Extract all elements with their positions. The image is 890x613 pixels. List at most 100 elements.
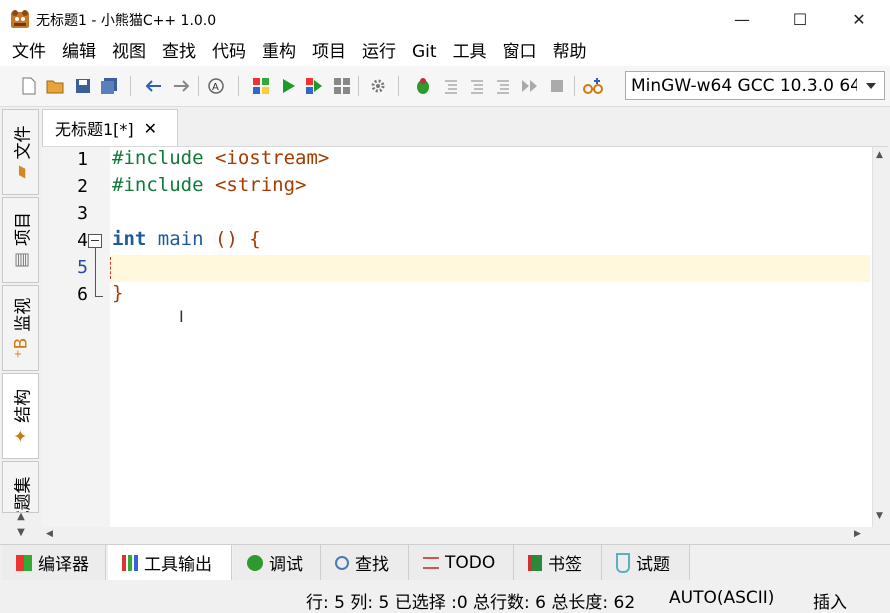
preprocessor-directive: #include (112, 174, 215, 196)
menu-git[interactable]: Git (404, 38, 445, 66)
insert-mode-status: 插入 (813, 593, 847, 613)
tab-todo[interactable]: TODO (409, 545, 514, 580)
debug-bug-icon[interactable] (412, 75, 434, 97)
menu-file[interactable]: 文件 (4, 38, 54, 66)
left-tab-files[interactable]: ▰ 文件 (2, 109, 39, 195)
scroll-down-arrow-icon[interactable]: ▼ (876, 511, 883, 521)
toolbar-separator (198, 76, 199, 96)
preprocessor-directive: #include (112, 147, 215, 169)
toolbar-separator (358, 76, 359, 96)
close-tab-icon[interactable]: ✕ (144, 119, 157, 138)
minimize-button[interactable]: — (713, 0, 771, 38)
closing-brace: } (112, 282, 124, 304)
menu-window[interactable]: 窗口 (495, 38, 545, 66)
line-number: 1 (77, 149, 88, 170)
line-number: 2 (77, 176, 88, 197)
keyword: int (112, 228, 147, 250)
menu-search[interactable]: 查找 (154, 38, 204, 66)
left-tab-label: 文件 (13, 125, 33, 160)
left-tab-label: 结构 (13, 388, 33, 423)
open-folder-icon[interactable] (44, 75, 66, 97)
mouse-ibeam-cursor-icon: I (179, 307, 184, 326)
editor-tab[interactable]: 无标题1[*] ✕ (42, 109, 178, 146)
line-number: 4 (77, 230, 88, 251)
scroll-left-arrow-icon[interactable]: ◀ (46, 529, 53, 539)
menu-tools[interactable]: 工具 (445, 38, 495, 66)
encoding-status[interactable]: AUTO(ASCII) (669, 588, 774, 608)
add-watch-glasses-icon[interactable] (582, 75, 604, 97)
vertical-scrollbar[interactable]: ▲ ▼ (872, 147, 889, 527)
menu-bar: 文件 编辑 视图 查找 代码 重构 项目 运行 Git 工具 窗口 帮助 (0, 38, 890, 66)
bookmark-icon (528, 554, 542, 571)
line-number: 6 (77, 284, 88, 305)
scroll-up-arrow-icon[interactable]: ▲ (4, 511, 38, 525)
step-out-icon[interactable] (492, 75, 514, 97)
run-icon[interactable] (277, 75, 299, 97)
tab-tool-output[interactable]: 工具输出 (108, 545, 232, 580)
editor-tab-label: 无标题1[*] (55, 120, 134, 139)
menu-help[interactable]: 帮助 (545, 38, 595, 66)
tab-label: TODO (445, 552, 496, 573)
tab-label: 编译器 (38, 555, 89, 575)
tab-label: 调试 (269, 555, 303, 575)
continue-icon[interactable] (519, 75, 541, 97)
scroll-down-arrow-icon[interactable]: ▼ (4, 527, 38, 541)
compiler-select[interactable]: MinGW-w64 GCC 10.3.0 64-bit Release (625, 71, 885, 100)
fold-end-marker (95, 296, 103, 297)
fold-collapse-icon[interactable] (88, 234, 102, 248)
tab-problem[interactable]: 试题 (602, 545, 690, 580)
new-file-icon[interactable] (18, 75, 40, 97)
horizontal-scrollbar[interactable]: ◀ ▶ (42, 527, 888, 543)
tab-find[interactable]: 查找 (321, 545, 409, 580)
menu-project[interactable]: 项目 (304, 38, 354, 66)
menu-run[interactable]: 运行 (354, 38, 404, 66)
compiler-icon (16, 554, 32, 571)
tab-label: 查找 (355, 555, 389, 575)
step-into-icon[interactable] (466, 75, 488, 97)
format-code-icon[interactable]: A (205, 75, 227, 97)
toolbar-separator (238, 76, 239, 96)
scroll-up-arrow-icon[interactable]: ▲ (876, 150, 883, 160)
todo-list-icon (423, 556, 439, 569)
current-line-highlight (110, 255, 870, 282)
redo-arrow-icon[interactable] (170, 75, 192, 97)
left-tab-structure[interactable]: ✦ 结构 (2, 373, 39, 459)
compiler-select-value: MinGW-w64 GCC 10.3.0 64-bit Release (631, 75, 857, 96)
tab-label: 试题 (636, 555, 670, 575)
title-bar: 无标题1 - 小熊猫C++ 1.0.0 — ☐ ✕ (0, 0, 890, 38)
fold-line (95, 248, 96, 296)
maximize-button[interactable]: ☐ (771, 0, 829, 38)
menu-view[interactable]: 视图 (104, 38, 154, 66)
include-header: <iostream> (214, 147, 330, 169)
window-title: 无标题1 - 小熊猫C++ 1.0.0 (36, 13, 217, 29)
left-tab-problem-sets[interactable]: 试题集 (2, 461, 39, 513)
text-caret (110, 257, 112, 279)
toolbar-separator (130, 76, 131, 96)
menu-edit[interactable]: 编辑 (54, 38, 104, 66)
tab-compiler[interactable]: 编译器 (2, 545, 106, 580)
debug-bug-icon (247, 554, 263, 571)
left-tab-label: 监视 (13, 297, 33, 332)
menu-code[interactable]: 代码 (204, 38, 254, 66)
scroll-right-arrow-icon[interactable]: ▶ (854, 529, 861, 539)
save-icon[interactable] (72, 75, 94, 97)
code-editor[interactable]: 1 2 3 4 5 6 #include <iostream> #include… (42, 146, 889, 543)
menu-refactor[interactable]: 重构 (254, 38, 304, 66)
options-gear-icon[interactable] (367, 75, 389, 97)
tab-debug[interactable]: 调试 (233, 545, 321, 580)
left-tab-watch[interactable]: ⁺B 监视 (2, 285, 39, 371)
save-all-icon[interactable] (98, 75, 120, 97)
tab-bookmarks[interactable]: 书签 (514, 545, 602, 580)
undo-arrow-icon[interactable] (143, 75, 165, 97)
compile-icon[interactable] (250, 75, 272, 97)
structure-icon: ✦ (10, 428, 31, 444)
left-tab-project[interactable]: ▤ 项目 (2, 197, 39, 283)
line-number: 3 (77, 203, 88, 224)
stop-icon[interactable] (546, 75, 568, 97)
close-window-button[interactable]: ✕ (830, 0, 888, 38)
step-over-icon[interactable] (440, 75, 462, 97)
compile-run-icon[interactable] (303, 75, 325, 97)
rebuild-icon[interactable] (331, 75, 353, 97)
watch-icon: ⁺B (10, 337, 31, 359)
code-line-6: } (112, 282, 123, 304)
